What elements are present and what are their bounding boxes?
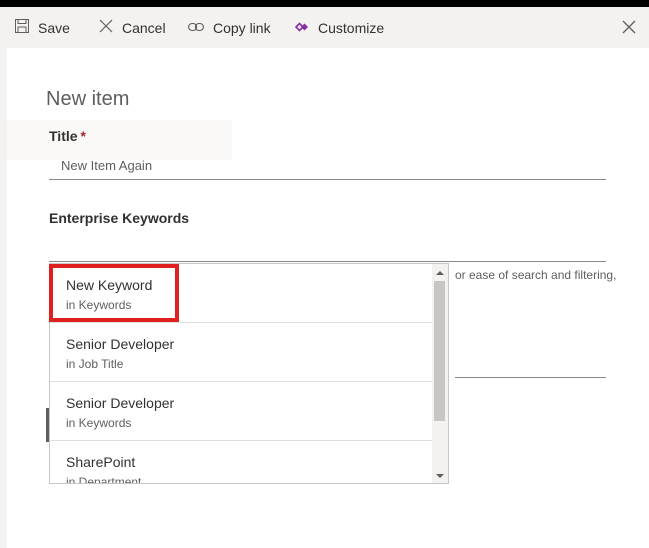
suggestion-name: New Keyword: [66, 277, 153, 293]
title-field-label: Title *: [49, 128, 86, 144]
page-background-edge: [0, 7, 7, 548]
cancel-button[interactable]: Cancel: [91, 7, 174, 48]
caret-up-icon: [436, 264, 444, 281]
suggestion-item[interactable]: New Keyword in Keywords: [50, 264, 434, 323]
suggestion-name: SharePoint: [66, 454, 136, 470]
keywords-hint: or ease of search and filtering,: [455, 268, 617, 282]
suggestion-name: Senior Developer: [66, 336, 175, 352]
close-button[interactable]: [619, 17, 639, 37]
cancel-icon: [99, 19, 122, 36]
suggestion-source: in Job Title: [66, 357, 124, 371]
customize-icon: [294, 20, 318, 36]
customize-label: Customize: [318, 19, 385, 36]
title-input[interactable]: New Item Again: [49, 152, 606, 180]
field-underline: [455, 377, 606, 378]
save-icon: [15, 19, 38, 36]
customize-button[interactable]: Customize: [287, 7, 392, 48]
copy-link-button[interactable]: Copy link: [180, 7, 279, 48]
copy-link-label: Copy link: [213, 19, 271, 36]
required-marker: *: [80, 128, 86, 144]
command-bar: Save Cancel Copy link Customize: [7, 7, 649, 48]
link-icon: [188, 20, 213, 36]
suggestion-source: in Keywords: [66, 298, 132, 312]
scrollbar-thumb[interactable]: [434, 281, 445, 421]
caret-down-icon: [436, 466, 444, 483]
page-title: New item: [46, 88, 130, 110]
suggestion-item[interactable]: Senior Developer in Job Title: [50, 323, 434, 382]
keywords-field-label: Enterprise Keywords: [49, 210, 190, 226]
save-label: Save: [38, 19, 70, 36]
window-top-edge: [0, 0, 649, 7]
suggestion-source: in Department: [66, 475, 142, 484]
close-icon: [619, 20, 639, 41]
keywords-input[interactable]: [49, 231, 606, 262]
save-button[interactable]: Save: [7, 7, 78, 48]
new-item-panel: New item Title * New Item Again Enterpris…: [7, 48, 649, 548]
title-label-text: Title: [49, 128, 78, 144]
dropdown-scrollbar[interactable]: [432, 264, 448, 483]
suggestion-source: in Keywords: [66, 416, 132, 430]
suggestion-item[interactable]: SharePoint in Department: [50, 441, 434, 484]
scroll-up-button[interactable]: [432, 264, 448, 280]
suggestion-item[interactable]: Senior Developer in Keywords: [50, 382, 434, 441]
suggestion-name: Senior Developer: [66, 395, 175, 411]
keyword-suggestions-dropdown: New Keyword in Keywords Senior Developer…: [49, 263, 449, 484]
suggestions-list: New Keyword in Keywords Senior Developer…: [50, 264, 434, 484]
scroll-down-button[interactable]: [432, 467, 448, 483]
cancel-label: Cancel: [122, 19, 166, 36]
